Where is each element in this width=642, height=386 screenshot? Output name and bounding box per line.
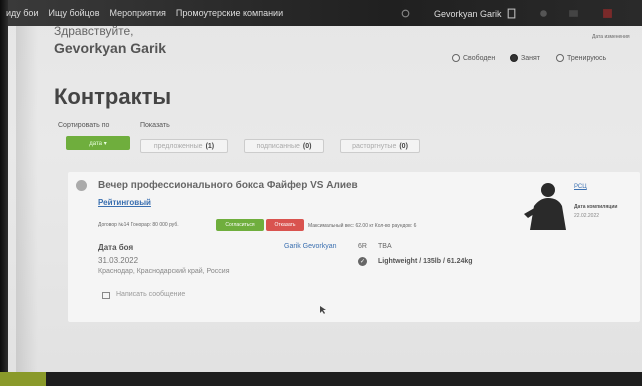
filter-signed-count: (0)	[302, 142, 312, 150]
mouse-cursor-icon	[320, 306, 326, 314]
contract-info: Договор №14 Гонорар: 80 000 руб.	[98, 222, 179, 228]
filter-proposed-label: предложенные	[153, 142, 203, 150]
modified-date-label: Дата изменения	[592, 34, 630, 40]
status-label-free: Свободен	[463, 54, 496, 62]
fighter-silhouette-icon	[524, 183, 566, 230]
show-label: Показать	[140, 122, 170, 129]
sort-label: Сортировать по	[58, 122, 110, 129]
filter-terminated[interactable]: расторгнутые (0)	[340, 139, 420, 153]
weight-class: Lightweight / 135lb / 61.24kg	[378, 258, 473, 265]
status-option-busy[interactable]: Занят	[510, 54, 540, 62]
document-icon[interactable]	[506, 8, 517, 19]
side-link[interactable]: РСЦ	[574, 184, 587, 190]
fight-date-heading: Дата боя	[98, 243, 134, 252]
filter-signed-label: подписанные	[256, 142, 300, 150]
username-heading: Gevorkyan Garik	[54, 40, 167, 56]
filter-terminated-count: (0)	[399, 142, 408, 150]
user-menu[interactable]: Gevorkyan Garik	[434, 9, 502, 19]
agree-button[interactable]: Согласиться	[216, 219, 264, 231]
screen-photo: иду бои Ищу бойцов Мероприятия Промоутер…	[0, 0, 642, 386]
browser-viewport: иду бои Ищу бойцов Мероприятия Промоутер…	[6, 0, 642, 372]
notification-icon[interactable]	[400, 8, 411, 19]
filter-proposed-count: (1)	[205, 142, 215, 150]
exit-icon[interactable]	[602, 8, 613, 19]
tba-label: TBA	[378, 243, 392, 250]
fight-location: Краснодар, Краснодарский край, Россия	[98, 268, 230, 275]
status-label-training: Тренируюсь	[567, 54, 607, 62]
nav-link-promo-companies[interactable]: Промоутерские компании	[176, 8, 283, 18]
status-option-training[interactable]: Тренируюсь	[556, 54, 606, 62]
page-title: Контракты	[54, 84, 172, 109]
refuse-button[interactable]: Отказать	[266, 219, 304, 231]
nav-link-fights[interactable]: иду бои	[6, 8, 38, 18]
filter-proposed[interactable]: предложенные (1)	[140, 139, 228, 153]
opponent-link[interactable]: Garik Gevorkyan	[284, 243, 337, 250]
message-icon[interactable]	[102, 292, 110, 299]
write-message-link[interactable]: Написать сообщение	[116, 291, 185, 298]
filter-terminated-label: расторгнутые	[352, 142, 397, 150]
top-nav-bar: иду бои Ищу бойцов Мероприятия Промоутер…	[6, 0, 642, 26]
filter-signed[interactable]: подписанные (0)	[244, 139, 324, 153]
radio-training[interactable]	[556, 54, 564, 62]
settings-icon[interactable]	[538, 8, 549, 19]
status-option-free[interactable]: Свободен	[452, 54, 495, 62]
radio-busy[interactable]	[510, 54, 518, 62]
rounds-count: 6R	[358, 243, 367, 250]
monitor-bezel	[0, 0, 8, 386]
event-title[interactable]: Вечер профессионального бокса Файфер VS …	[98, 180, 358, 191]
nav-link-find-fighters[interactable]: Ищу бойцов	[48, 8, 99, 18]
photo-shadow	[16, 26, 38, 372]
top-nav-links: иду бои Ищу бойцов Мероприятия Промоутер…	[6, 8, 283, 18]
created-label: Дата компиляции	[574, 204, 618, 210]
greeting-text: Здравствуйте,	[54, 24, 134, 38]
status-label-busy: Занят	[521, 54, 540, 62]
fight-date-value: 31.03.2022	[98, 256, 139, 265]
rated-link[interactable]: Рейтинговый	[98, 198, 151, 207]
check-icon: ✓	[358, 257, 367, 266]
nav-link-events[interactable]: Мероприятия	[109, 8, 165, 18]
mail-icon[interactable]	[568, 8, 579, 19]
sort-date-button[interactable]: дата ▾	[66, 136, 130, 150]
radio-free[interactable]	[452, 54, 460, 62]
contract-terms: Максимальный вес: 62.00 кг Кол-во раундо…	[308, 223, 417, 229]
desk-object	[0, 372, 46, 386]
event-icon	[76, 180, 87, 191]
created-value: 22.02.2022	[574, 213, 600, 219]
